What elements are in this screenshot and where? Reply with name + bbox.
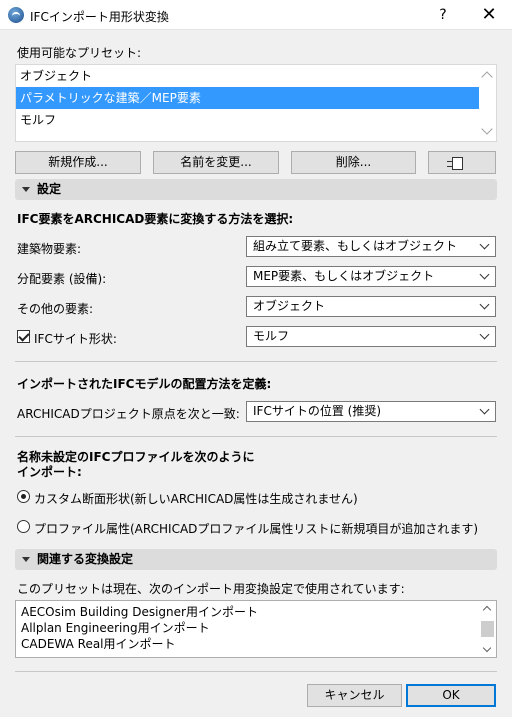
preset-list-scrollbar[interactable]: [479, 65, 496, 141]
document-export-icon: [447, 157, 463, 170]
related-section-title: 関連する変換設定: [37, 552, 134, 566]
preset-item-morph[interactable]: モルフ: [16, 109, 480, 131]
preset-item-parametric[interactable]: パラメトリックな建築／MEP要素: [16, 87, 480, 109]
title-bar: IFCインポート用形状変換 ? ✕: [0, 0, 512, 30]
profile-attribute-label: プロファイル属性(ARCHICADプロファイル属性リストに新規項目が追加されます…: [34, 522, 479, 536]
chevron-down-icon: [479, 404, 490, 415]
scroll-down-arrow-icon[interactable]: [481, 123, 493, 135]
divider: [15, 671, 497, 672]
related-section-header[interactable]: 関連する変換設定: [15, 549, 497, 570]
scroll-up-arrow-icon[interactable]: [481, 71, 493, 83]
export-preset-button[interactable]: [428, 151, 496, 174]
other-elements-select[interactable]: オブジェクト: [246, 296, 496, 317]
building-elements-label: 建築物要素:: [17, 242, 82, 256]
collapse-triangle-icon[interactable]: [22, 187, 30, 192]
ifc-site-geometry-select[interactable]: モルフ: [246, 326, 496, 347]
presets-label: 使用可能なプリセット:: [17, 46, 142, 60]
distribution-elements-select[interactable]: MEP要素、もしくはオブジェクト: [246, 266, 496, 287]
help-button[interactable]: ?: [426, 0, 460, 30]
list-item: AECOsim Building Designer用インポート: [21, 605, 258, 619]
archicad-app-icon: [8, 7, 24, 23]
list-item: CADEWA Real用インポート: [21, 637, 176, 651]
placement-heading: インポートされたIFCモデルの配置方法を定義:: [17, 377, 272, 391]
profile-attribute-radio[interactable]: [17, 520, 30, 533]
related-translator-list[interactable]: AECOsim Building Designer用インポート Allplan …: [15, 600, 497, 658]
delete-preset-button[interactable]: 削除...: [291, 151, 416, 174]
chevron-down-icon: [479, 269, 490, 280]
ifc-site-geometry-label: IFCサイト形状:: [34, 332, 117, 346]
other-elements-label: その他の要素:: [17, 302, 94, 316]
divider: [15, 436, 497, 437]
project-origin-select[interactable]: IFCサイトの位置 (推奨): [246, 401, 496, 422]
chevron-down-icon: [479, 329, 490, 340]
divider: [15, 361, 497, 362]
distribution-elements-label: 分配要素 (設備):: [17, 272, 107, 286]
chevron-down-icon: [479, 299, 490, 310]
settings-section-header[interactable]: 設定: [15, 179, 497, 200]
preset-list[interactable]: オブジェクト パラメトリックな建築／MEP要素 モルフ: [15, 64, 497, 142]
related-description: このプリセットは現在、次のインポート用変換設定で使用されています:: [17, 582, 405, 596]
settings-section-title: 設定: [37, 182, 62, 196]
chevron-down-icon: [479, 239, 490, 250]
new-preset-button[interactable]: 新規作成...: [15, 151, 141, 174]
project-origin-label: ARCHICADプロジェクト原点を次と一致:: [17, 407, 240, 421]
window-title: IFCインポート用形状変換: [30, 10, 169, 24]
collapse-triangle-icon[interactable]: [22, 557, 30, 562]
ifc-site-geometry-checkbox[interactable]: [17, 330, 30, 343]
profile-heading-line2: インポート:: [17, 465, 82, 479]
custom-profile-label: カスタム断面形状(新しいARCHICAD属性は生成されません): [34, 492, 358, 506]
cancel-button[interactable]: キャンセル: [307, 684, 402, 707]
related-list-scrollbar[interactable]: [479, 601, 496, 657]
scrollbar-thumb[interactable]: [481, 621, 494, 637]
scroll-up-arrow-icon[interactable]: [482, 605, 492, 615]
building-elements-select[interactable]: 組み立て要素、もしくはオブジェクト: [246, 236, 496, 257]
custom-profile-radio[interactable]: [17, 490, 30, 503]
scroll-down-arrow-icon[interactable]: [482, 643, 492, 653]
list-item: Allplan Engineering用インポート: [21, 621, 210, 635]
building-elements-value: 組み立て要素、もしくはオブジェクト: [253, 239, 458, 253]
preset-item-object[interactable]: オブジェクト: [16, 65, 480, 87]
ifc-site-geometry-value: モルフ: [253, 329, 290, 343]
close-button[interactable]: ✕: [472, 0, 506, 30]
rename-preset-button[interactable]: 名前を変更...: [153, 151, 279, 174]
convert-heading: IFC要素をARCHICAD要素に変換する方法を選択:: [17, 212, 294, 226]
ok-button[interactable]: OK: [406, 684, 496, 707]
other-elements-value: オブジェクト: [253, 299, 326, 313]
project-origin-value: IFCサイトの位置 (推奨): [253, 404, 381, 418]
distribution-elements-value: MEP要素、もしくはオブジェクト: [253, 269, 435, 283]
